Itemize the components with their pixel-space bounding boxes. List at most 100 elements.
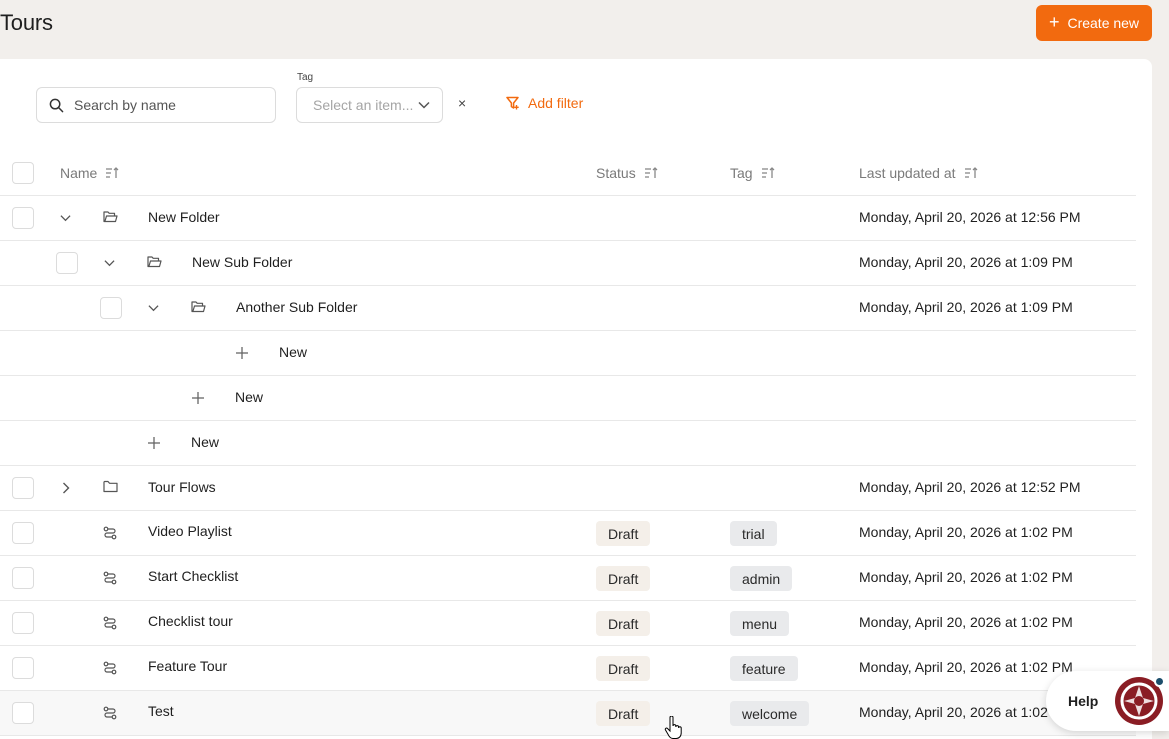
tag-filter-label: Tag <box>297 72 314 83</box>
folder-row[interactable]: New Folder Monday, April 20, 2026 at 12:… <box>0 196 1136 241</box>
row-checkbox[interactable] <box>12 522 34 544</box>
column-tag-label: Tag <box>730 165 753 181</box>
tag-select-placeholder: Select an item... <box>313 97 414 113</box>
notification-dot <box>1154 676 1165 687</box>
row-updated: Monday, April 20, 2026 at 1:02 PM <box>859 524 1073 540</box>
folder-open-icon <box>147 256 162 268</box>
new-item-label[interactable]: New <box>191 434 219 450</box>
row-checkbox[interactable] <box>100 297 122 319</box>
tag-badge: admin <box>730 566 793 591</box>
tours-panel: Tag Select an item... × Add filter Name … <box>0 59 1152 739</box>
status-badge: Draft <box>596 521 651 546</box>
new-item-label[interactable]: New <box>235 389 263 405</box>
row-updated: Monday, April 20, 2026 at 1:02 PM <box>859 659 1073 675</box>
row-updated: Monday, April 20, 2026 at 1:02 PM <box>859 704 1073 720</box>
row-updated: Monday, April 20, 2026 at 1:09 PM <box>859 299 1073 315</box>
tour-row[interactable]: Start Checklist Draft admin Monday, Apri… <box>0 556 1136 601</box>
column-last-updated[interactable]: Last updated at <box>859 165 978 181</box>
flow-icon <box>103 706 117 720</box>
row-name[interactable]: Video Playlist <box>148 523 232 539</box>
column-tag[interactable]: Tag <box>730 165 775 181</box>
new-item-label[interactable]: New <box>279 344 307 360</box>
row-checkbox[interactable] <box>12 612 34 634</box>
row-name[interactable]: New Folder <box>148 209 220 225</box>
column-status-label: Status <box>596 165 636 181</box>
status-badge: Draft <box>596 701 651 726</box>
scrollbar[interactable] <box>1152 59 1169 739</box>
column-name-label: Name <box>60 165 98 181</box>
add-filter-button[interactable]: Add filter <box>506 95 583 111</box>
row-checkbox[interactable] <box>12 477 34 499</box>
chevron-down-icon[interactable] <box>148 304 159 312</box>
row-checkbox[interactable] <box>12 702 34 724</box>
chevron-right-icon[interactable] <box>62 482 70 494</box>
row-checkbox[interactable] <box>12 207 34 229</box>
new-item-row[interactable]: New <box>0 421 1136 466</box>
tag-select[interactable]: Select an item... <box>296 87 443 123</box>
tour-row[interactable]: Checklist tour Draft menu Monday, April … <box>0 601 1136 646</box>
help-widget[interactable]: Help <box>1046 671 1169 731</box>
status-badge: Draft <box>596 656 651 681</box>
search-box[interactable] <box>36 87 276 123</box>
column-name[interactable]: Name <box>60 165 119 181</box>
row-name[interactable]: New Sub Folder <box>192 254 292 270</box>
row-name[interactable]: Tour Flows <box>148 479 216 495</box>
tour-row[interactable]: Feature Tour Draft feature Monday, April… <box>0 646 1136 691</box>
new-item-row[interactable]: New <box>0 331 1136 376</box>
row-name[interactable]: Test <box>148 703 174 719</box>
tag-badge: menu <box>730 611 790 636</box>
add-filter-label: Add filter <box>528 95 584 111</box>
plus-icon <box>236 347 248 359</box>
row-name[interactable]: Another Sub Folder <box>236 299 357 315</box>
help-label: Help <box>1068 693 1099 709</box>
column-status[interactable]: Status <box>596 165 658 181</box>
folder-row[interactable]: Tour Flows Monday, April 20, 2026 at 12:… <box>0 466 1136 511</box>
row-updated: Monday, April 20, 2026 at 12:56 PM <box>859 209 1081 225</box>
flow-icon <box>103 616 117 630</box>
create-new-button[interactable]: + Create new <box>1036 5 1152 41</box>
plus-icon: + <box>1048 12 1060 32</box>
row-updated: Monday, April 20, 2026 at 1:09 PM <box>859 254 1073 270</box>
row-name[interactable]: Checklist tour <box>148 613 233 629</box>
folder-open-icon <box>103 211 118 223</box>
chevron-down-icon[interactable] <box>104 259 115 267</box>
sort-icon[interactable] <box>644 167 658 179</box>
row-updated: Monday, April 20, 2026 at 1:02 PM <box>859 569 1073 585</box>
status-badge: Draft <box>596 566 651 591</box>
folder-row[interactable]: New Sub Folder Monday, April 20, 2026 at… <box>0 241 1136 286</box>
row-checkbox[interactable] <box>12 657 34 679</box>
chevron-down-icon <box>418 101 430 109</box>
row-name[interactable]: Start Checklist <box>148 568 238 584</box>
clear-filter-button[interactable]: × <box>458 95 466 111</box>
row-checkbox[interactable] <box>12 567 34 589</box>
plus-icon <box>192 392 204 404</box>
search-icon <box>49 98 64 112</box>
sort-icon[interactable] <box>105 167 119 179</box>
sort-icon[interactable] <box>761 167 775 179</box>
tag-badge: feature <box>730 656 798 681</box>
tour-row[interactable]: Test Draft welcome Monday, April 20, 202… <box>0 691 1136 736</box>
new-item-row[interactable]: New <box>0 376 1136 421</box>
flow-icon <box>103 571 117 585</box>
table-header: Name Status Tag Last updated at <box>0 150 1136 196</box>
column-updated-label: Last updated at <box>859 165 956 181</box>
plus-icon <box>148 437 160 449</box>
sort-icon[interactable] <box>964 167 978 179</box>
filter-plus-icon <box>506 96 519 110</box>
flow-icon <box>103 661 117 675</box>
page-title: Tours <box>0 10 53 35</box>
create-new-label: Create new <box>1067 15 1140 31</box>
folder-icon <box>103 480 118 493</box>
select-all-checkbox[interactable] <box>12 162 34 184</box>
folder-row[interactable]: Another Sub Folder Monday, April 20, 202… <box>0 286 1136 331</box>
status-badge: Draft <box>596 611 651 636</box>
row-updated: Monday, April 20, 2026 at 12:52 PM <box>859 479 1081 495</box>
row-checkbox[interactable] <box>56 252 78 274</box>
chevron-down-icon[interactable] <box>60 214 71 222</box>
row-updated: Monday, April 20, 2026 at 1:02 PM <box>859 614 1073 630</box>
tag-badge: trial <box>730 521 777 546</box>
hand-cursor-icon <box>664 716 682 739</box>
tour-row[interactable]: Video Playlist Draft trial Monday, April… <box>0 511 1136 556</box>
row-name[interactable]: Feature Tour <box>148 658 227 674</box>
search-input[interactable] <box>74 97 254 113</box>
